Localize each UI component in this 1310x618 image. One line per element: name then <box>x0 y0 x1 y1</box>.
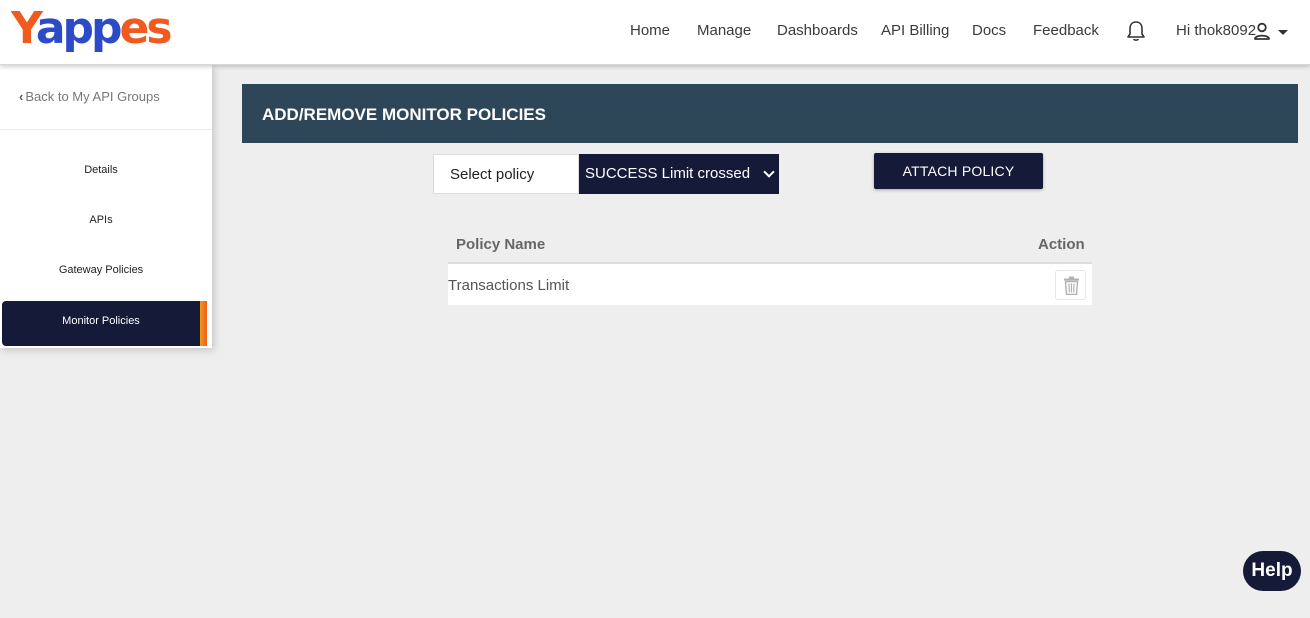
panel-header: ADD/REMOVE MONITOR POLICIES <box>242 84 1298 143</box>
chevron-left-icon: ‹ <box>19 89 24 104</box>
nav-feedback[interactable]: Feedback <box>1033 22 1099 39</box>
back-to-api-groups-link[interactable]: ‹ Back to My API Groups <box>19 89 160 104</box>
trash-icon <box>1064 276 1079 295</box>
column-header-policy-name: Policy Name <box>456 236 546 253</box>
chevron-down-icon <box>763 166 775 178</box>
back-link-label: Back to My API Groups <box>25 89 160 104</box>
column-header-action: Action <box>1038 236 1085 253</box>
sidebar-item-apis[interactable]: APIs <box>0 214 202 226</box>
sidebar-item-monitor-policies[interactable]: Monitor Policies <box>2 301 207 346</box>
nav-manage[interactable]: Manage <box>697 22 751 39</box>
nav-docs[interactable]: Docs <box>972 22 1006 39</box>
nav-dashboards[interactable]: Dashboards <box>777 22 858 39</box>
table-row: Transactions Limit <box>448 264 1092 305</box>
page-title: ADD/REMOVE MONITOR POLICIES <box>262 105 546 124</box>
sidebar-item-details[interactable]: Details <box>0 164 202 176</box>
sidebar: ‹ Back to My API Groups Details APIs Gate… <box>0 65 212 348</box>
policy-select[interactable]: SUCCESS Limit crossed <box>579 154 779 194</box>
policy-select-value: SUCCESS Limit crossed <box>585 165 751 182</box>
select-policy-label: Select policy <box>433 154 579 194</box>
active-indicator <box>200 301 207 346</box>
nav-api-billing[interactable]: API Billing <box>881 22 949 39</box>
sidebar-divider <box>0 129 212 130</box>
policy-name-cell: Transactions Limit <box>448 277 570 294</box>
sidebar-item-gateway-policies[interactable]: Gateway Policies <box>0 264 202 276</box>
delete-policy-button[interactable] <box>1055 270 1086 300</box>
attach-policy-button[interactable]: ATTACH POLICY <box>874 153 1043 189</box>
nav-home[interactable]: Home <box>630 22 670 39</box>
top-header: Yappes Home Manage Dashboards API Billin… <box>0 0 1310 65</box>
person-icon[interactable] <box>1253 22 1271 41</box>
help-button[interactable]: Help <box>1243 551 1301 591</box>
sidebar-item-label: Monitor Policies <box>62 315 140 327</box>
chevron-down-icon[interactable] <box>1278 30 1288 35</box>
user-greeting[interactable]: Hi thok8092 <box>1176 22 1256 39</box>
logo-wordmark: Yappes <box>11 3 173 54</box>
bell-icon[interactable] <box>1126 20 1146 42</box>
